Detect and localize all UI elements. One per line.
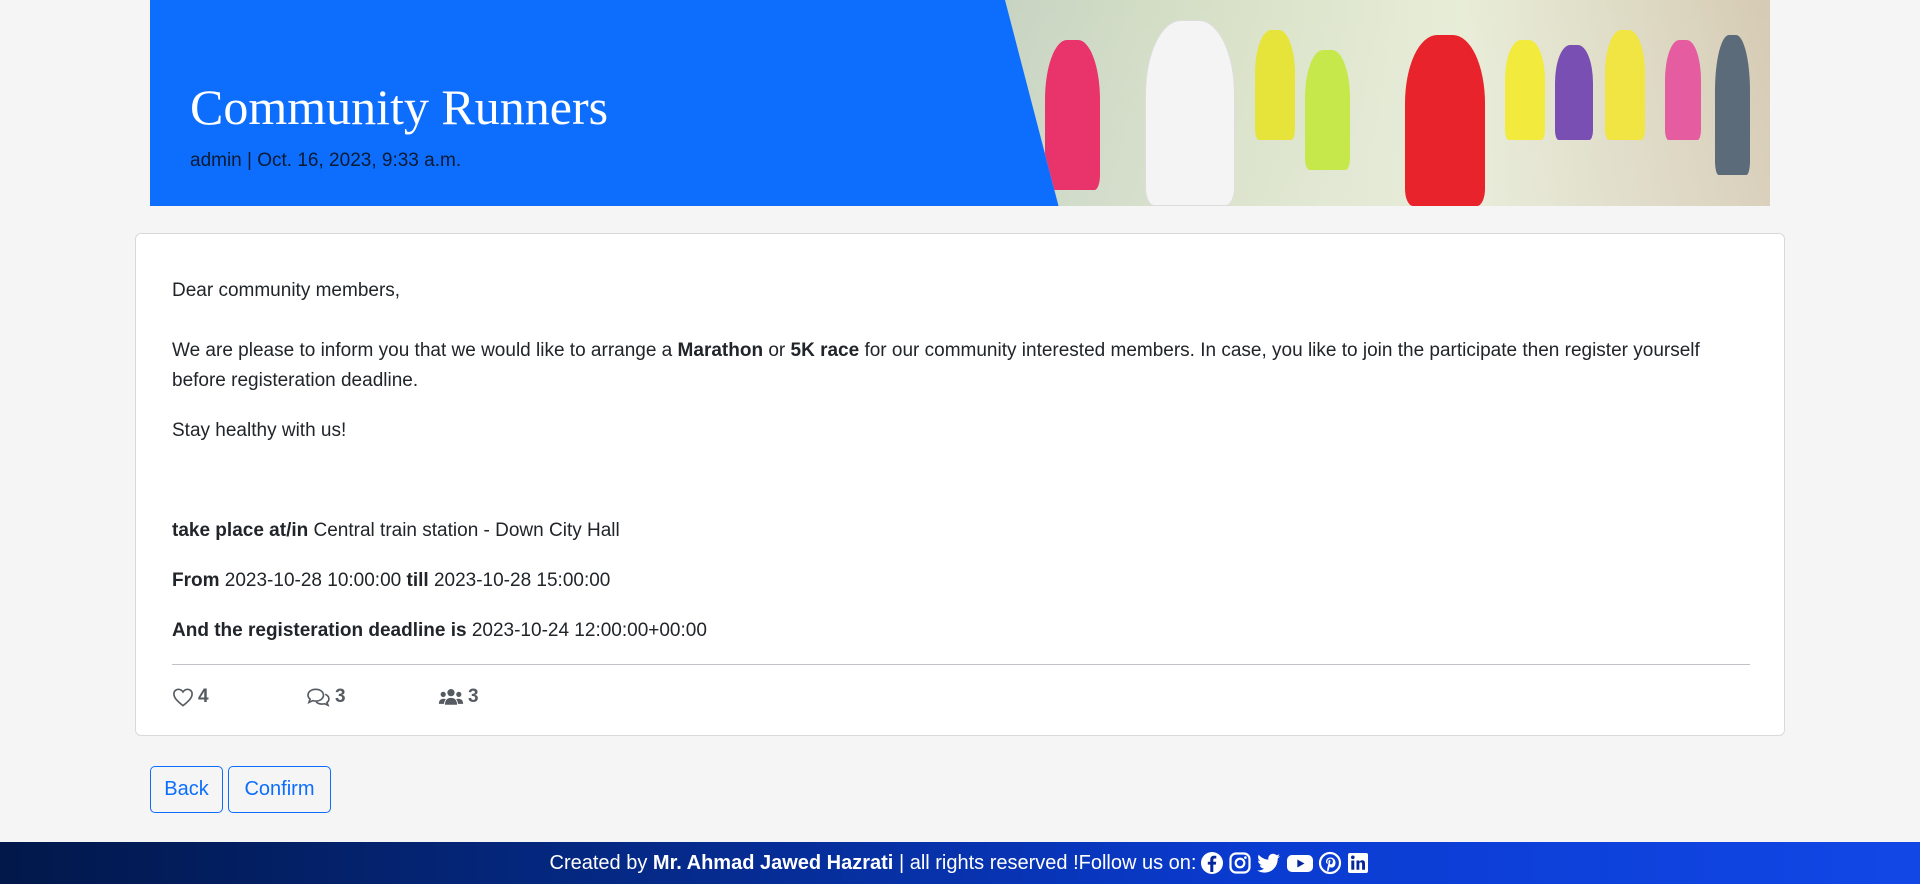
like-stat[interactable]: 4	[172, 686, 209, 708]
like-count: 4	[198, 686, 209, 707]
event-time: From 2023-10-28 10:00:00 till 2023-10-28…	[172, 566, 610, 596]
post-intro: We are please to inform you that we woul…	[172, 336, 1752, 396]
banner-image-runners	[1005, 0, 1770, 206]
pinterest-icon[interactable]	[1318, 851, 1342, 875]
site-footer: Created by Mr. Ahmad Jawed Hazrati | all…	[0, 842, 1920, 884]
back-button[interactable]: Back	[150, 766, 223, 813]
users-icon[interactable]	[438, 687, 464, 707]
post-signoff: Stay healthy with us!	[172, 420, 347, 441]
from-value: 2023-10-28 10:00:00	[219, 570, 407, 591]
deadline-label: And the registeration deadline is	[172, 620, 467, 641]
till-value: 2023-10-28 15:00:00	[428, 570, 611, 591]
footer-author: Mr. Ahmad Jawed Hazrati	[652, 851, 894, 874]
from-label: From	[172, 570, 220, 591]
registration-deadline: And the registeration deadline is 2023-1…	[172, 616, 707, 646]
footer-prefix: Created by	[549, 851, 648, 874]
post-date: Oct. 16, 2023, 9:33 a.m.	[257, 150, 462, 171]
post-title: Community Runners	[190, 79, 609, 135]
heart-icon[interactable]	[172, 687, 194, 707]
location-label: take place at/in	[172, 520, 309, 541]
till-label: till	[406, 570, 429, 591]
event-location: take place at/in Central train station -…	[172, 516, 620, 546]
post-greeting: Dear community members,	[172, 280, 401, 301]
youtube-icon[interactable]	[1286, 851, 1314, 875]
intro-marathon: Marathon	[677, 340, 764, 361]
twitter-icon[interactable]	[1256, 851, 1282, 875]
linkedin-icon[interactable]	[1346, 851, 1370, 875]
instagram-icon[interactable]	[1228, 851, 1252, 875]
comment-stat[interactable]: 3	[305, 686, 346, 708]
deadline-value: 2023-10-24 12:00:00+00:00	[466, 620, 707, 641]
comments-icon[interactable]	[305, 687, 331, 707]
location-value: Central train station - Down City Hall	[308, 520, 620, 541]
footer-suffix: | all rights reserved !Follow us on:	[898, 851, 1197, 874]
post-card: Dear community members, We are please to…	[135, 233, 1785, 736]
intro-text: We are please to inform you that we woul…	[172, 340, 678, 361]
participant-stat[interactable]: 3	[438, 686, 479, 708]
post-banner: Community Runners admin | Oct. 16, 2023,…	[150, 0, 1770, 206]
card-divider	[172, 664, 1750, 665]
intro-text: or	[763, 340, 791, 361]
facebook-icon[interactable]	[1200, 851, 1224, 875]
confirm-button[interactable]: Confirm	[228, 766, 331, 813]
post-author: admin	[190, 150, 242, 171]
participant-count: 3	[468, 686, 479, 707]
comment-count: 3	[335, 686, 346, 707]
social-links	[1200, 851, 1370, 875]
meta-separator: |	[247, 150, 252, 171]
post-meta: admin | Oct. 16, 2023, 9:33 a.m.	[190, 150, 461, 172]
intro-5k-race: 5K race	[790, 340, 860, 361]
